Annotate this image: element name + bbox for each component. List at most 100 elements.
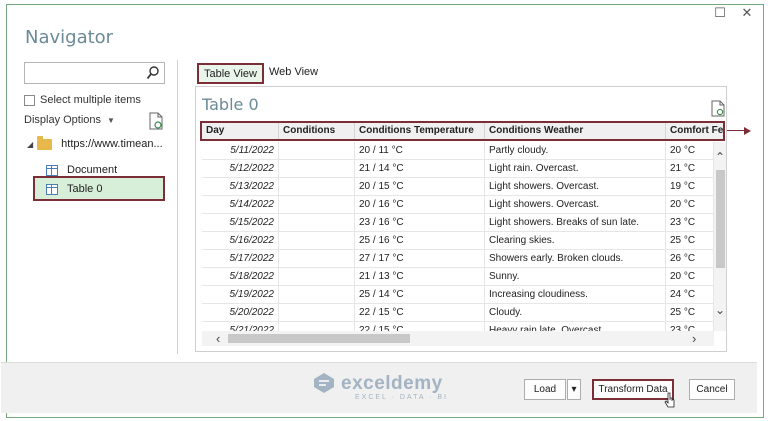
table-cell[interactable]: 20 / 15 °C xyxy=(355,178,485,196)
table-cell[interactable] xyxy=(279,322,355,331)
restore-icon[interactable]: ☐ xyxy=(710,5,730,23)
tab-web-view[interactable]: Web View xyxy=(264,63,323,84)
table-cell[interactable]: Light showers. Breaks of sun late. xyxy=(485,214,666,232)
table-cell[interactable] xyxy=(279,214,355,232)
column-header[interactable]: Conditions Weather xyxy=(485,123,666,139)
table-cell[interactable]: Sunny. xyxy=(485,268,666,286)
table-row[interactable]: 5/12/2022 21 / 14 °C Light rain. Overcast.… xyxy=(202,160,714,178)
table-cell[interactable]: 25 °C xyxy=(666,232,714,250)
table-cell[interactable]: 5/14/2022 xyxy=(202,196,279,214)
table-cell[interactable] xyxy=(279,160,355,178)
table-cell[interactable]: 5/15/2022 xyxy=(202,214,279,232)
load-button[interactable]: Load xyxy=(524,379,566,400)
table-cell[interactable] xyxy=(279,142,355,160)
table-cell[interactable]: 5/13/2022 xyxy=(202,178,279,196)
select-multiple-checkbox[interactable] xyxy=(24,94,35,106)
column-header[interactable]: Day xyxy=(202,123,279,139)
vertical-scroll-thumb[interactable] xyxy=(716,170,725,268)
pane-divider[interactable] xyxy=(177,60,178,354)
table-cell[interactable]: 20 / 11 °C xyxy=(355,142,485,160)
table-row[interactable]: 5/18/2022 21 / 13 °C Sunny. 20 °C xyxy=(202,268,714,286)
table-cell[interactable]: Partly cloudy. xyxy=(485,142,666,160)
table-cell[interactable] xyxy=(279,196,355,214)
search-input[interactable] xyxy=(24,62,165,84)
table-row[interactable]: 5/19/2022 25 / 14 °C Increasing cloudiness… xyxy=(202,286,714,304)
table-cell[interactable]: 25 °C xyxy=(666,304,714,322)
vertical-scrollbar[interactable]: ⌃ ⌄ xyxy=(714,142,726,331)
table-cell[interactable]: 22 / 15 °C xyxy=(355,304,485,322)
column-header[interactable]: Conditions Temperature xyxy=(355,123,485,139)
column-header[interactable]: Conditions xyxy=(279,123,355,139)
table-cell[interactable]: 5/21/2022 xyxy=(202,322,279,331)
table-row[interactable]: 5/11/2022 20 / 11 °C Partly cloudy. 20 °C xyxy=(202,142,714,160)
table-cell[interactable]: Cloudy. xyxy=(485,304,666,322)
table-cell[interactable] xyxy=(279,178,355,196)
table-cell[interactable]: 23 °C xyxy=(666,322,714,331)
table-cell[interactable]: 5/19/2022 xyxy=(202,286,279,304)
table-cell[interactable]: 22 / 15 °C xyxy=(355,322,485,331)
table-row[interactable]: 5/20/2022 22 / 15 °C Cloudy. 25 °C xyxy=(202,304,714,322)
tree-item-document[interactable]: Document xyxy=(46,164,117,176)
table-cell[interactable]: 5/12/2022 xyxy=(202,160,279,178)
table-cell[interactable]: 20 °C xyxy=(666,268,714,286)
table-cell[interactable]: 5/17/2022 xyxy=(202,250,279,268)
table-cell[interactable]: 20 / 16 °C xyxy=(355,196,485,214)
horizontal-scrollbar[interactable]: ‹ › xyxy=(202,331,714,346)
table-row[interactable]: 5/15/2022 23 / 16 °C Light showers. Breaks… xyxy=(202,214,714,232)
expand-triangle-icon[interactable]: ◢ xyxy=(27,140,33,149)
table-row[interactable]: 5/17/2022 27 / 17 °C Showers early. Broken… xyxy=(202,250,714,268)
scroll-right-icon[interactable]: › xyxy=(692,331,696,346)
table-cell[interactable] xyxy=(279,232,355,250)
table-body: 5/11/2022 20 / 11 °C Partly cloudy. 20 °C 5/… xyxy=(202,142,714,331)
table-cell[interactable]: 21 / 13 °C xyxy=(355,268,485,286)
table-row[interactable]: 5/13/2022 20 / 15 °C Light showers. Overca… xyxy=(202,178,714,196)
tree-root-url[interactable]: ◢ https://www.timean... xyxy=(27,135,163,150)
transform-data-button[interactable]: Transform Data xyxy=(592,379,674,400)
display-options-dropdown[interactable]: Display Options ▼ xyxy=(24,114,115,126)
table-cell[interactable] xyxy=(279,304,355,322)
horizontal-scroll-thumb[interactable] xyxy=(228,334,410,343)
table-cell[interactable] xyxy=(279,286,355,304)
table-cell[interactable] xyxy=(279,250,355,268)
table-cell[interactable]: 21 / 14 °C xyxy=(355,160,485,178)
table-cell[interactable]: 5/11/2022 xyxy=(202,142,279,160)
table-cell[interactable]: 23 / 16 °C xyxy=(355,214,485,232)
table-cell[interactable] xyxy=(279,268,355,286)
table-cell[interactable]: Light showers. Overcast. xyxy=(485,178,666,196)
table-cell[interactable]: 5/20/2022 xyxy=(202,304,279,322)
load-dropdown-button[interactable]: ▾ xyxy=(567,379,581,400)
scroll-up-icon[interactable]: ⌃ xyxy=(714,151,726,163)
table-cell[interactable]: 20 °C xyxy=(666,142,714,160)
search-icon[interactable] xyxy=(146,65,160,81)
table-cell[interactable]: 25 / 16 °C xyxy=(355,232,485,250)
refresh-preview-icon[interactable] xyxy=(711,100,725,117)
table-cell[interactable]: 5/18/2022 xyxy=(202,268,279,286)
table-cell[interactable]: 25 / 14 °C xyxy=(355,286,485,304)
table-row[interactable]: 5/21/2022 22 / 15 °C Heavy rain late. Over… xyxy=(202,322,714,331)
table-row[interactable]: 5/14/2022 20 / 16 °C Light showers. Overca… xyxy=(202,196,714,214)
table-cell[interactable]: 23 °C xyxy=(666,214,714,232)
table-cell[interactable]: 5/16/2022 xyxy=(202,232,279,250)
table-cell[interactable]: 27 / 17 °C xyxy=(355,250,485,268)
table-cell[interactable]: Clearing skies. xyxy=(485,232,666,250)
table-cell[interactable]: Showers early. Broken clouds. xyxy=(485,250,666,268)
table-cell[interactable]: Light rain. Overcast. xyxy=(485,160,666,178)
refresh-document-icon[interactable] xyxy=(148,112,164,130)
table-row[interactable]: 5/16/2022 25 / 16 °C Clearing skies. 25 °C xyxy=(202,232,714,250)
select-multiple-items[interactable]: Select multiple items xyxy=(24,92,141,108)
tree-item-table-0[interactable]: Table 0 xyxy=(46,183,102,195)
column-header[interactable]: Comfort Feels xyxy=(666,123,723,139)
table-cell[interactable]: 21 °C xyxy=(666,160,714,178)
table-cell[interactable]: 19 °C xyxy=(666,178,714,196)
table-cell[interactable]: 26 °C xyxy=(666,250,714,268)
tab-table-view[interactable]: Table View xyxy=(197,63,264,84)
table-cell[interactable]: 24 °C xyxy=(666,286,714,304)
close-icon[interactable]: ✕ xyxy=(737,5,757,23)
table-cell[interactable]: Heavy rain late. Overcast. xyxy=(485,322,666,331)
table-cell[interactable]: Increasing cloudiness. xyxy=(485,286,666,304)
cancel-button[interactable]: Cancel xyxy=(689,379,735,400)
scroll-down-icon[interactable]: ⌄ xyxy=(714,304,726,316)
table-cell[interactable]: Light showers. Overcast. xyxy=(485,196,666,214)
scroll-left-icon[interactable]: ‹ xyxy=(216,331,220,346)
table-cell[interactable]: 20 °C xyxy=(666,196,714,214)
